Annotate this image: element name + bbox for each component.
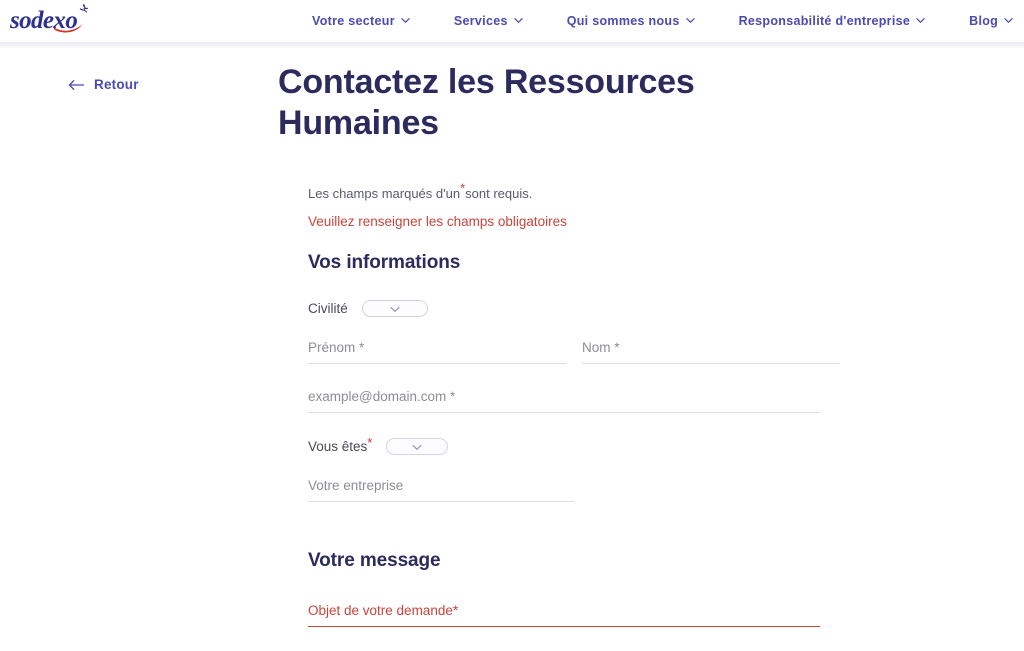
prenom-field[interactable]: Prénom *	[308, 339, 566, 364]
nav-item-blog[interactable]: Blog	[947, 14, 1024, 28]
page-title: Contactez les Ressources Humaines	[278, 63, 695, 142]
arrow-left-icon	[68, 79, 85, 91]
nav-item-qui-sommes-nous[interactable]: Qui sommes nous	[545, 14, 717, 28]
contact-form: Les champs marqués d'un*sont requis. Veu…	[308, 182, 868, 651]
objet-row: Objet de votre demande*	[308, 602, 868, 627]
page-header: Contactez les Ressources Humaines	[278, 62, 878, 144]
site-header: sodexo Votre secteur Services Qui sommes…	[0, 0, 1024, 49]
nav-item-label: Votre secteur	[312, 14, 395, 28]
field-spacer	[566, 339, 582, 364]
chevron-down-icon	[1004, 16, 1013, 25]
nav-item-label: Blog	[969, 14, 999, 28]
nav-item-responsabilite-entreprise[interactable]: Responsabilité d'entreprise	[717, 14, 948, 28]
nav-item-label: Services	[453, 14, 508, 28]
nom-placeholder: Nom *	[582, 340, 620, 355]
required-note-suffix: sont requis.	[465, 186, 533, 201]
objet-field[interactable]: Objet de votre demande*	[308, 602, 820, 627]
entreprise-placeholder: Votre entreprise	[308, 478, 404, 493]
chevron-down-icon	[401, 16, 410, 25]
vous-etes-label: Vous êtes*	[308, 435, 372, 454]
required-fields-note: Les champs marqués d'un*sont requis.	[308, 182, 868, 202]
nav-item-services[interactable]: Services	[432, 14, 545, 28]
chevron-down-icon	[514, 16, 523, 25]
back-link-label: Retour	[94, 77, 139, 92]
nav-item-label: Qui sommes nous	[566, 14, 680, 28]
nav-item-label: Responsabilité d'entreprise	[738, 14, 911, 28]
civilite-select[interactable]	[361, 300, 428, 318]
prenom-placeholder: Prénom *	[308, 340, 365, 355]
name-row: Prénom * Nom *	[308, 339, 868, 364]
chevron-down-icon	[412, 438, 422, 456]
email-placeholder: example@domain.com *	[308, 389, 456, 404]
nav-item-votre-secteur[interactable]: Votre secteur	[300, 14, 432, 28]
main-navigation: Votre secteur Services Qui sommes nous R…	[300, 0, 1024, 42]
section-title-vos-informations: Vos informations	[308, 252, 461, 273]
civilite-label: Civilité	[308, 301, 348, 316]
entreprise-field[interactable]: Votre entreprise	[308, 477, 574, 502]
vous-etes-select[interactable]	[386, 438, 449, 456]
chevron-down-icon	[390, 300, 400, 318]
section-title-votre-message: Votre message	[308, 550, 441, 571]
back-link[interactable]: Retour	[68, 77, 139, 92]
logo-star-icon	[79, 4, 88, 13]
nom-field[interactable]: Nom *	[582, 339, 840, 364]
objet-placeholder: Objet de votre demande*	[308, 603, 459, 618]
civilite-row: Civilité	[308, 300, 868, 317]
email-row: example@domain.com *	[308, 388, 868, 413]
vous-etes-row: Vous êtes*	[308, 435, 868, 456]
sodexo-logo-icon: sodexo	[9, 4, 88, 34]
vous-etes-required-star: *	[367, 435, 373, 450]
required-note-prefix: Les champs marqués d'un	[308, 186, 461, 201]
form-error-message: Veuillez renseigner les champs obligatoi…	[308, 214, 567, 229]
vous-etes-label-text: Vous êtes	[308, 439, 368, 454]
chevron-down-icon	[685, 16, 695, 25]
email-field[interactable]: example@domain.com *	[308, 388, 820, 413]
chevron-down-icon	[916, 16, 925, 25]
sodexo-logo[interactable]: sodexo	[9, 1, 108, 37]
header-bottom-band	[0, 42, 1024, 49]
entreprise-row: Votre entreprise	[308, 477, 868, 502]
logo-wordmark: sodexo	[10, 7, 77, 34]
